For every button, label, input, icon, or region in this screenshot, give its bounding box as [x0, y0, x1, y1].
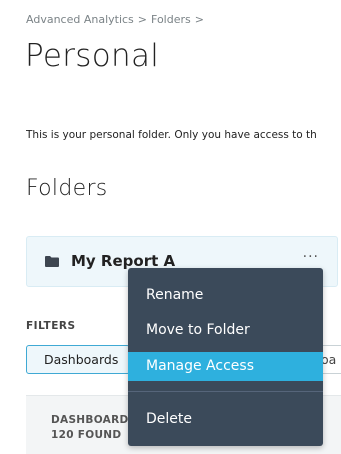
- results-title: DASHBOARDS: [51, 414, 137, 426]
- breadcrumb-folders[interactable]: Folders: [151, 13, 191, 26]
- page-title: Personal: [25, 38, 160, 74]
- filter-tab-label: oa: [321, 352, 337, 367]
- context-menu: Rename Move to Folder Manage Access Dele…: [128, 268, 323, 446]
- filter-tab-label: Dashboards: [44, 352, 119, 367]
- menu-divider: [128, 391, 323, 392]
- results-count: 120 FOUND: [51, 429, 122, 441]
- menu-item-manage-access[interactable]: Manage Access: [128, 352, 323, 381]
- folder-icon: [45, 256, 59, 267]
- menu-item-move-to-folder[interactable]: Move to Folder: [128, 316, 323, 345]
- breadcrumb-separator: >: [194, 13, 204, 26]
- more-options-icon[interactable]: ···: [303, 249, 319, 265]
- menu-item-delete[interactable]: Delete: [128, 405, 323, 434]
- filters-label: FILTERS: [26, 320, 76, 332]
- breadcrumb-separator: >: [137, 13, 148, 26]
- folders-section-title: Folders: [26, 176, 108, 201]
- breadcrumb: Advanced Analytics > Folders >: [26, 13, 208, 26]
- filter-tab-dashboards[interactable]: Dashboards: [26, 345, 130, 374]
- breadcrumb-advanced-analytics[interactable]: Advanced Analytics: [26, 13, 134, 26]
- page-description: This is your personal folder. Only you h…: [26, 129, 317, 141]
- menu-item-rename[interactable]: Rename: [128, 281, 323, 310]
